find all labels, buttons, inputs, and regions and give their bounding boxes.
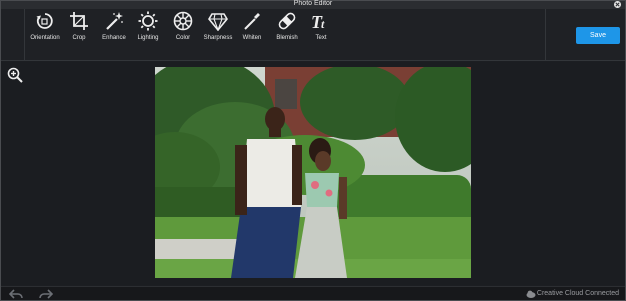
lighting-sun-icon xyxy=(138,11,158,31)
cloud-status-text: Creative Cloud Connected xyxy=(536,290,619,297)
redo-icon[interactable] xyxy=(39,289,53,299)
orientation-icon xyxy=(36,13,53,29)
svg-text:t: t xyxy=(321,17,325,31)
crop-icon xyxy=(70,12,88,30)
zoom-in-icon[interactable] xyxy=(7,67,23,83)
text-icon: T t xyxy=(311,12,325,31)
status-bar: Creative Cloud Connected xyxy=(1,286,625,300)
whiten-brush-icon xyxy=(244,13,260,30)
tool-label: Text xyxy=(315,35,327,41)
creative-cloud-icon xyxy=(526,290,536,298)
tool-text[interactable]: T t Text xyxy=(300,11,342,47)
title-bar: Photo Editor xyxy=(1,0,625,9)
save-button[interactable]: Save xyxy=(576,27,620,44)
photo-image xyxy=(155,67,471,278)
sharpness-diamond-icon xyxy=(208,13,228,31)
enhance-wand-icon xyxy=(106,12,123,30)
blemish-bandage-icon xyxy=(278,12,296,30)
close-icon[interactable] xyxy=(614,1,621,8)
color-icon xyxy=(173,11,193,31)
undo-icon[interactable] xyxy=(9,289,23,299)
toolbar-left-panel xyxy=(1,9,25,61)
window-title: Photo Editor xyxy=(293,0,333,7)
